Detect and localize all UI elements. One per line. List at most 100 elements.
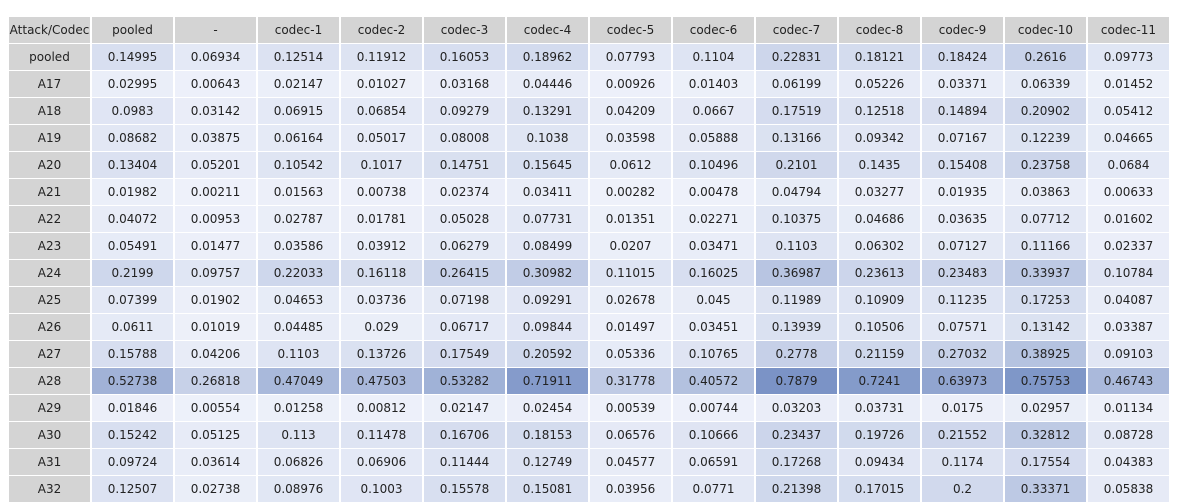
heatmap-cell: 0.17519 xyxy=(756,98,837,125)
table-row: A18 0.0983 0.03142 0.06915 0.06854 0.09279 0.1… xyxy=(9,98,1169,125)
heatmap-cell: 0.06164 xyxy=(258,125,339,152)
heatmap-cell: 0.05838 xyxy=(1088,476,1169,503)
heatmap-cell: 0.01781 xyxy=(341,206,422,233)
heatmap-cell: 0.2 xyxy=(922,476,1003,503)
heatmap-cell: 0.63973 xyxy=(922,368,1003,395)
heatmap-cell: 0.03614 xyxy=(175,449,256,476)
heatmap-cell: 0.03875 xyxy=(175,125,256,152)
table-row: A23 0.05491 0.01477 0.03586 0.03912 0.06279 0.… xyxy=(9,233,1169,260)
heatmap-cell: 0.07399 xyxy=(92,287,173,314)
heatmap-cell: 0.08728 xyxy=(1088,422,1169,449)
heatmap-cell: 0.2101 xyxy=(756,152,837,179)
heatmap-cell: 0.10496 xyxy=(673,152,754,179)
heatmap-cell: 0.09844 xyxy=(507,314,588,341)
heatmap-cell: 0.15408 xyxy=(922,152,1003,179)
heatmap-cell: 0.03586 xyxy=(258,233,339,260)
heatmap-cell: 0.03863 xyxy=(1005,179,1086,206)
heatmap-cell: 0.02787 xyxy=(258,206,339,233)
heatmap-cell: 0.21552 xyxy=(922,422,1003,449)
heatmap-cell: 0.23758 xyxy=(1005,152,1086,179)
heatmap-cell: 0.0684 xyxy=(1088,152,1169,179)
heatmap-cell: 0.00643 xyxy=(175,71,256,98)
column-header: codec-8 xyxy=(839,17,920,44)
heatmap-cell: 0.23437 xyxy=(756,422,837,449)
heatmap-cell: 0.11478 xyxy=(341,422,422,449)
table-row: pooled 0.14995 0.06934 0.12514 0.11912 0.1605… xyxy=(9,44,1169,71)
heatmap-cell: 0.1017 xyxy=(341,152,422,179)
column-header: codec-4 xyxy=(507,17,588,44)
column-header: codec-6 xyxy=(673,17,754,44)
heatmap-cell: 0.15645 xyxy=(507,152,588,179)
heatmap-cell: 0.15242 xyxy=(92,422,173,449)
heatmap-cell: 0.03736 xyxy=(341,287,422,314)
heatmap-cell: 0.10784 xyxy=(1088,260,1169,287)
heatmap-cell: 0.11235 xyxy=(922,287,1003,314)
row-header: A22 xyxy=(9,206,90,233)
heatmap-cell: 0.03411 xyxy=(507,179,588,206)
heatmap-cell: 0.05336 xyxy=(590,341,671,368)
heatmap-cell: 0.09724 xyxy=(92,449,173,476)
heatmap-cell: 0.11015 xyxy=(590,260,671,287)
heatmap-cell: 0.09103 xyxy=(1088,341,1169,368)
heatmap-cell: 0.04209 xyxy=(590,98,671,125)
heatmap-cell: 0.08682 xyxy=(92,125,173,152)
heatmap-table: Attack/Codec pooled - codec-1 codec-2 codec-… xyxy=(7,17,1171,503)
heatmap-cell: 0.0667 xyxy=(673,98,754,125)
heatmap-cell: 0.01982 xyxy=(92,179,173,206)
heatmap-cell: 0.71911 xyxy=(507,368,588,395)
heatmap-cell: 0.01027 xyxy=(341,71,422,98)
heatmap-cell: 0.17549 xyxy=(424,341,505,368)
column-header: codec-11 xyxy=(1088,17,1169,44)
table-row: A30 0.15242 0.05125 0.113 0.11478 0.16706 0.18… xyxy=(9,422,1169,449)
table-row: A22 0.04072 0.00953 0.02787 0.01781 0.05028 0.… xyxy=(9,206,1169,233)
heatmap-cell: 0.03371 xyxy=(922,71,1003,98)
heatmap-cell: 0.15081 xyxy=(507,476,588,503)
heatmap-cell: 0.03142 xyxy=(175,98,256,125)
row-header: A17 xyxy=(9,71,90,98)
heatmap-cell: 0.0771 xyxy=(673,476,754,503)
row-header: A27 xyxy=(9,341,90,368)
heatmap-cell: 0.03956 xyxy=(590,476,671,503)
heatmap-cell: 0.09757 xyxy=(175,260,256,287)
heatmap-cell: 0.19726 xyxy=(839,422,920,449)
heatmap-cell: 0.18424 xyxy=(922,44,1003,71)
heatmap-cell: 0.07731 xyxy=(507,206,588,233)
column-header: codec-10 xyxy=(1005,17,1086,44)
heatmap-cell: 0.04577 xyxy=(590,449,671,476)
heatmap-cell: 0.05028 xyxy=(424,206,505,233)
heatmap-cell: 0.04794 xyxy=(756,179,837,206)
heatmap-cell: 0.06717 xyxy=(424,314,505,341)
heatmap-cell: 0.00282 xyxy=(590,179,671,206)
heatmap-cell: 0.08976 xyxy=(258,476,339,503)
heatmap-cell: 0.12518 xyxy=(839,98,920,125)
heatmap-cell: 0.10375 xyxy=(756,206,837,233)
heatmap-cell: 0.1104 xyxy=(673,44,754,71)
heatmap-cell: 0.00478 xyxy=(673,179,754,206)
column-header: pooled xyxy=(92,17,173,44)
heatmap-cell: 0.05888 xyxy=(673,125,754,152)
heatmap-cell: 0.17015 xyxy=(839,476,920,503)
table-row: A25 0.07399 0.01902 0.04653 0.03736 0.07198 0.… xyxy=(9,287,1169,314)
heatmap-cell: 0.05491 xyxy=(92,233,173,260)
row-header: A28 xyxy=(9,368,90,395)
heatmap-cell: 0.1174 xyxy=(922,449,1003,476)
heatmap-cell: 0.18121 xyxy=(839,44,920,71)
heatmap-cell: 0.7879 xyxy=(756,368,837,395)
heatmap-cell: 0.01497 xyxy=(590,314,671,341)
heatmap-cell: 0.10765 xyxy=(673,341,754,368)
row-header: A24 xyxy=(9,260,90,287)
heatmap-cell: 0.32812 xyxy=(1005,422,1086,449)
heatmap-cell: 0.03471 xyxy=(673,233,754,260)
row-header: pooled xyxy=(9,44,90,71)
heatmap-cell: 0.13404 xyxy=(92,152,173,179)
heatmap-cell: 0.00554 xyxy=(175,395,256,422)
heatmap-cell: 0.0983 xyxy=(92,98,173,125)
heatmap-cell: 0.1435 xyxy=(839,152,920,179)
heatmap-cell: 0.06199 xyxy=(756,71,837,98)
heatmap-cell: 0.11912 xyxy=(341,44,422,71)
row-header: A21 xyxy=(9,179,90,206)
heatmap-cell: 0.52738 xyxy=(92,368,173,395)
header-row: Attack/Codec pooled - codec-1 codec-2 codec-… xyxy=(9,17,1169,44)
heatmap-cell: 0.18962 xyxy=(507,44,588,71)
heatmap-cell: 0.07167 xyxy=(922,125,1003,152)
